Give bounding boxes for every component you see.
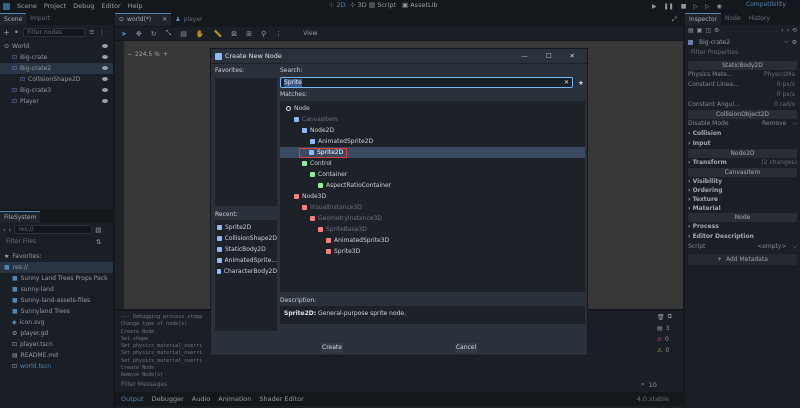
favorites-list[interactable] <box>215 78 277 206</box>
animatedsprite3d-icon <box>326 238 331 243</box>
match-control[interactable]: Control <box>280 158 585 169</box>
recent-label: Recent: <box>215 211 238 218</box>
close-icon[interactable]: ✕ <box>570 52 575 60</box>
spritebase3d-icon <box>318 227 323 232</box>
search-label: Search: <box>280 67 303 74</box>
clear-icon[interactable]: ✕ <box>564 79 572 87</box>
recent-item[interactable]: CharacterBody2D <box>215 266 277 277</box>
minimize-icon[interactable]: — <box>521 52 528 60</box>
match-node3d[interactable]: Node3D <box>280 191 585 202</box>
matches-tree: Node CanvasItem Node2D AnimatedSprite2D Spri… <box>280 101 585 292</box>
dialog-title-bar: Create New Node — ☐ ✕ <box>211 49 587 64</box>
collision-shape-icon <box>217 236 222 241</box>
node3d-icon <box>294 194 299 199</box>
aspectratiocontainer-icon <box>318 183 323 188</box>
create-button[interactable]: Create <box>321 343 343 353</box>
description-label: Description: <box>280 297 317 304</box>
favorites-label: Favorites: <box>215 67 245 74</box>
cancel-button[interactable]: Cancel <box>455 343 477 353</box>
dialog-right-column: Search: Sprite ✕ ★ Matches: Node CanvasIt… <box>280 67 585 333</box>
match-node2d[interactable]: Node2D <box>280 125 585 136</box>
geometryinstance3d-icon <box>310 216 315 221</box>
animated-sprite-icon <box>217 258 222 263</box>
recent-item[interactable]: Sprite2D <box>215 222 277 233</box>
dialog-title: Create New Node <box>225 52 282 60</box>
selected-highlight: Sprite2D <box>299 147 348 158</box>
container-icon <box>310 172 315 177</box>
canvasitem-icon <box>294 117 299 122</box>
match-animatedsprite3d[interactable]: AnimatedSprite3D <box>280 235 585 246</box>
static-body-icon <box>217 247 222 252</box>
match-animatedsprite2d[interactable]: AnimatedSprite2D <box>280 136 585 147</box>
sprite3d-icon <box>326 249 331 254</box>
match-aspectratiocontainer[interactable]: AspectRatioContainer <box>280 180 585 191</box>
search-row: Sprite ✕ ★ <box>280 77 585 88</box>
match-visualinstance3d[interactable]: VisualInstance3D <box>280 202 585 213</box>
control-icon <box>302 161 307 166</box>
match-sprite2d[interactable]: Sprite2D <box>280 147 585 158</box>
animatedsprite2d-icon <box>310 139 315 144</box>
dialog-left-column: Favorites: Recent: Sprite2D CollisionShap… <box>215 67 277 333</box>
description-box: Sprite2D: General-purpose sprite node. <box>280 306 585 324</box>
sprite2d-icon <box>309 150 314 155</box>
match-geometryinstance3d[interactable]: GeometryInstance3D <box>280 213 585 224</box>
node2d-icon <box>302 128 307 133</box>
maximize-icon[interactable]: ☐ <box>546 52 552 60</box>
match-spritebase3d[interactable]: SpriteBase3D <box>280 224 585 235</box>
node-icon <box>286 106 291 111</box>
search-input[interactable]: Sprite ✕ <box>280 77 573 88</box>
visualinstance3d-icon <box>302 205 307 210</box>
match-canvasitem[interactable]: CanvasItem <box>280 114 585 125</box>
favorite-star-icon[interactable]: ★ <box>578 79 584 87</box>
match-container[interactable]: Container <box>280 169 585 180</box>
recent-item[interactable]: StaticBody2D <box>215 244 277 255</box>
match-sprite3d[interactable]: Sprite3D <box>280 246 585 257</box>
match-node[interactable]: Node <box>280 103 585 114</box>
recent-item[interactable]: CollisionShape2D <box>215 233 277 244</box>
character-body-icon <box>217 269 221 274</box>
recent-list: Sprite2D CollisionShape2D StaticBody2D Anim… <box>215 220 277 331</box>
sprite2d-icon <box>217 225 222 230</box>
godot-icon <box>215 52 222 60</box>
create-node-dialog: Create New Node — ☐ ✕ Favorites: Recent:… <box>210 48 588 356</box>
matches-label: Matches: <box>280 91 308 98</box>
recent-item[interactable]: AnimatedSprite... <box>215 255 277 266</box>
